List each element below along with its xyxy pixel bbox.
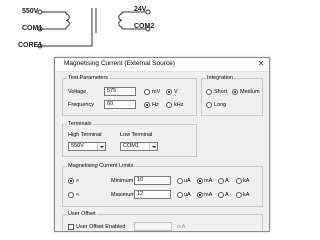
current-limits-title: Magnetising Current Limits — [67, 162, 135, 170]
frequency-unit-hz-radio[interactable] — [144, 102, 150, 108]
max-unit-ua-label: uA — [184, 192, 191, 198]
maximum-input[interactable]: 12 — [134, 190, 171, 199]
limit-greater-label: > — [76, 178, 80, 184]
max-unit-ma-radio[interactable] — [197, 192, 203, 198]
frequency-unit-khz-label: kHz — [174, 102, 184, 108]
min-unit-ua-radio[interactable] — [177, 178, 183, 184]
low-terminal-value: COM1 — [123, 143, 139, 149]
terminals-title: Terminals — [67, 120, 93, 128]
chevron-down-icon — [149, 143, 157, 150]
high-terminal-label: High Terminal — [68, 132, 102, 138]
integration-long-label: Long — [214, 102, 227, 108]
voltage-label: Voltage — [68, 89, 87, 95]
limit-less-radio[interactable] — [68, 192, 74, 198]
voltage-input[interactable]: 575 — [104, 87, 136, 96]
integration-group: Integration Short Medium Long — [201, 74, 263, 116]
dialog-titlebar[interactable]: Magnetising Current (External Source) ✕ — [55, 58, 269, 72]
user-offset-input[interactable] — [134, 222, 172, 231]
terminal-label-com2: COM2 — [134, 23, 155, 30]
test-parameters-group: Test Parameters Voltage 575 mV V Frequen… — [62, 74, 197, 116]
user-offset-group: User Offset User Offset Enabled mA — [62, 210, 263, 231]
terminal-24v-node — [145, 9, 151, 15]
user-offset-enabled-label: User Offset Enabled — [76, 224, 126, 230]
frequency-label: Frequency — [68, 102, 94, 108]
integration-medium-label: Medium — [240, 89, 260, 95]
dialog-title: Magnetising Current (External Source) — [64, 60, 175, 67]
user-offset-unit: mA — [177, 224, 186, 230]
max-unit-a-label: A — [225, 192, 229, 198]
frequency-unit-khz-radio[interactable] — [166, 102, 172, 108]
frequency-input[interactable]: 60 — [104, 100, 136, 109]
low-terminal-select[interactable]: COM1 — [120, 142, 158, 151]
high-terminal-select[interactable]: 550V — [68, 142, 106, 151]
magnetising-current-dialog: Magnetising Current (External Source) ✕ … — [54, 57, 270, 232]
maximum-label: Maximum — [111, 192, 135, 198]
min-unit-ka-label: kA — [243, 178, 250, 184]
limit-less-label: < — [76, 192, 80, 198]
voltage-unit-mv-radio[interactable] — [144, 89, 150, 95]
frequency-unit-hz-label: Hz — [152, 102, 159, 108]
user-offset-title: User Offset — [67, 210, 97, 218]
transformer-diagram: 550V COM1 CORE1 24V COM2 — [0, 0, 300, 58]
integration-medium-radio[interactable] — [232, 89, 238, 95]
min-unit-ma-radio[interactable] — [197, 178, 203, 184]
chevron-down-icon — [97, 143, 105, 150]
integration-long-radio[interactable] — [206, 102, 212, 108]
max-unit-ua-radio[interactable] — [177, 192, 183, 198]
minimum-label: Minimum — [111, 178, 134, 184]
integration-title: Integration — [206, 74, 234, 82]
voltage-unit-mv-label: mV — [152, 89, 161, 95]
minimum-input[interactable]: 10 — [134, 176, 171, 185]
max-unit-a-radio[interactable] — [218, 192, 224, 198]
current-limits-group: Magnetising Current Limits > < Minimum 1… — [62, 162, 263, 207]
terminal-label-24v: 24V — [134, 6, 147, 13]
max-unit-ka-label: kA — [243, 192, 250, 198]
terminal-label-core1: CORE1 — [18, 42, 43, 49]
min-unit-ua-label: uA — [184, 178, 191, 184]
max-unit-ma-label: mA — [204, 192, 213, 198]
terminal-label-550v: 550V — [22, 8, 39, 15]
min-unit-a-radio[interactable] — [218, 178, 224, 184]
min-unit-ma-label: mA — [204, 178, 213, 184]
test-parameters-title: Test Parameters — [67, 74, 110, 82]
user-offset-checkbox[interactable] — [68, 224, 74, 230]
low-terminal-label: Low Terminal — [120, 132, 153, 138]
min-unit-ka-radio[interactable] — [236, 178, 242, 184]
terminal-label-com1: COM1 — [22, 25, 43, 32]
terminal-550v-node — [37, 9, 43, 15]
close-icon[interactable]: ✕ — [256, 59, 266, 69]
terminals-group: Terminals High Terminal 550V Low Termina… — [62, 120, 197, 157]
integration-short-label: Short — [214, 89, 228, 95]
voltage-unit-v-radio[interactable] — [166, 89, 172, 95]
max-unit-ka-radio[interactable] — [236, 192, 242, 198]
min-unit-a-label: A — [225, 178, 229, 184]
high-terminal-value: 550V — [71, 143, 84, 149]
limit-greater-radio[interactable] — [68, 178, 74, 184]
integration-short-radio[interactable] — [206, 89, 212, 95]
voltage-unit-v-label: V — [174, 89, 178, 95]
